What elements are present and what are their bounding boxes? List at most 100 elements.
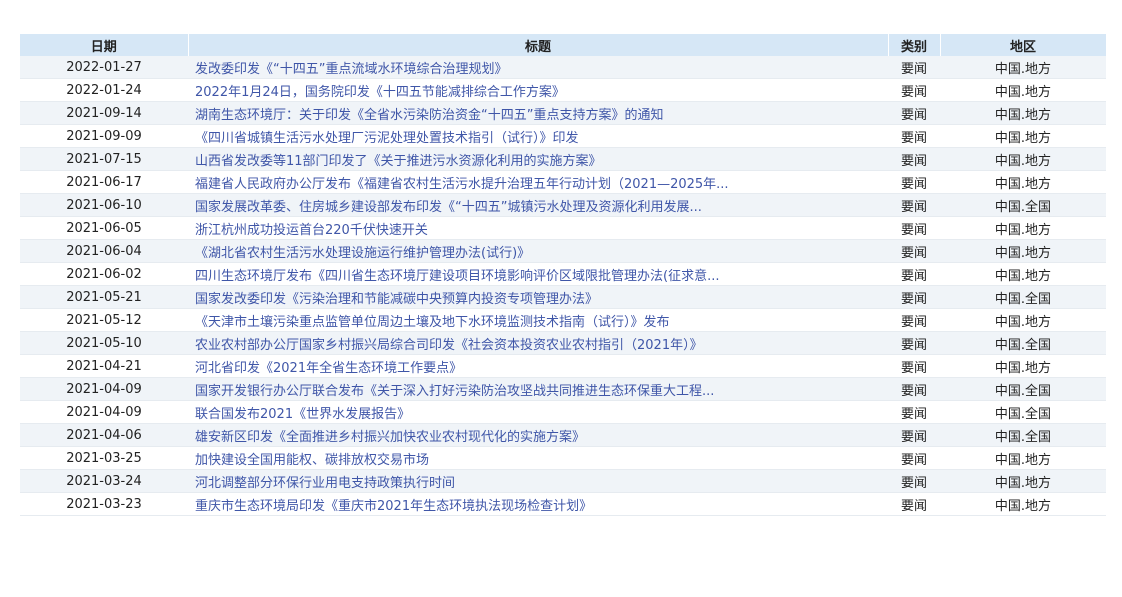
row-title-cell: 《湖北省农村生活污水处理设施运行维护管理办法(试行)》 (188, 239, 888, 263)
table-row: 2022-01-24 2022年1月24日，国务院印发《十四五节能减排综合工作方案… (20, 78, 1106, 102)
row-date: 2021-06-17 (20, 170, 188, 194)
row-title-cell: 2022年1月24日，国务院印发《十四五节能减排综合工作方案》 (188, 78, 888, 102)
row-title-cell: 浙江杭州成功投运首台220千伏快速开关 (188, 216, 888, 240)
row-date: 2021-06-04 (20, 239, 188, 263)
row-category: 要闻 (888, 377, 940, 401)
row-title-link[interactable]: 2022年1月24日，国务院印发《十四五节能减排综合工作方案》 (195, 85, 565, 100)
row-title-link[interactable]: 农业农村部办公厅国家乡村振兴局综合司印发《社会资本投资农业农村指引（2021年）… (195, 338, 703, 353)
row-region: 中国.全国 (940, 193, 1106, 217)
row-date: 2021-07-15 (20, 147, 188, 171)
row-title-cell: 国家开发银行办公厅联合发布《关于深入打好污染防治攻坚战共同推进生态环保重大工程.… (188, 377, 888, 401)
table-row: 2021-03-24 河北调整部分环保行业用电支持政策执行时间 要闻 中国.地方 (20, 469, 1106, 493)
row-title-cell: 联合国发布2021《世界水发展报告》 (188, 400, 888, 424)
row-date: 2021-04-09 (20, 400, 188, 424)
row-title-cell: 雄安新区印发《全面推进乡村振兴加快农业农村现代化的实施方案》 (188, 423, 888, 447)
row-title-link[interactable]: 《天津市土壤污染重点监管单位周边土壤及地下水环境监测技术指南（试行）》发布 (195, 315, 670, 330)
row-date: 2021-03-25 (20, 446, 188, 470)
row-category: 要闻 (888, 78, 940, 102)
row-region: 中国.地方 (940, 239, 1106, 263)
table-row: 2021-04-09 联合国发布2021《世界水发展报告》 要闻 中国.全国 (20, 400, 1106, 424)
row-region: 中国.全国 (940, 423, 1106, 447)
table-row: 2022-01-27 发改委印发《“十四五”重点流域水环境综合治理规划》 要闻 中国.… (20, 56, 1106, 79)
row-title-cell: 四川生态环境厅发布《四川省生态环境厅建设项目环境影响评价区域限批管理办法(征求意… (188, 262, 888, 286)
row-title-cell: 河北调整部分环保行业用电支持政策执行时间 (188, 469, 888, 493)
news-table: 日期 标题 类别 地区 2022-01-27 发改委印发《“十四五”重点流域水环境… (20, 34, 1107, 516)
table-row: 2021-03-25 加快建设全国用能权、碳排放权交易市场 要闻 中国.地方 (20, 446, 1106, 470)
row-title-cell: 农业农村部办公厅国家乡村振兴局综合司印发《社会资本投资农业农村指引（2021年）… (188, 331, 888, 355)
table-row: 2021-04-21 河北省印发《2021年全省生态环境工作要点》 要闻 中国.地方 (20, 354, 1106, 378)
row-region: 中国.地方 (940, 262, 1106, 286)
table-row: 2021-05-10 农业农村部办公厅国家乡村振兴局综合司印发《社会资本投资农业农… (20, 331, 1106, 355)
row-category: 要闻 (888, 446, 940, 470)
table-row: 2021-06-10 国家发展改革委、住房城乡建设部发布印发《“十四五”城镇污水处… (20, 193, 1106, 217)
table-body: 2022-01-27 发改委印发《“十四五”重点流域水环境综合治理规划》 要闻 中国.… (20, 56, 1106, 516)
row-title-link[interactable]: 加快建设全国用能权、碳排放权交易市场 (195, 453, 429, 468)
row-date: 2021-03-23 (20, 492, 188, 516)
row-region: 中国.地方 (940, 101, 1106, 125)
row-category: 要闻 (888, 308, 940, 332)
header-title[interactable]: 标题 (188, 34, 889, 56)
news-table-container: 日期 标题 类别 地区 2022-01-27 发改委印发《“十四五”重点流域水环境… (20, 34, 1107, 516)
row-title-link[interactable]: 《湖北省农村生活污水处理设施运行维护管理办法(试行)》 (195, 246, 530, 261)
header-region[interactable]: 地区 (940, 34, 1107, 56)
row-date: 2021-06-10 (20, 193, 188, 217)
row-category: 要闻 (888, 262, 940, 286)
row-title-cell: 湖南生态环境厅：关于印发《全省水污染防治资金“十四五”重点支持方案》的通知 (188, 101, 888, 125)
row-title-cell: 《四川省城镇生活污水处理厂污泥处理处置技术指引（试行）》印发 (188, 124, 888, 148)
row-category: 要闻 (888, 216, 940, 240)
row-date: 2021-09-14 (20, 101, 188, 125)
table-row: 2021-09-09 《四川省城镇生活污水处理厂污泥处理处置技术指引（试行）》印发… (20, 124, 1106, 148)
row-date: 2021-05-10 (20, 331, 188, 355)
row-title-link[interactable]: 国家开发银行办公厅联合发布《关于深入打好污染防治攻坚战共同推进生态环保重大工程.… (195, 384, 714, 399)
row-title-link[interactable]: 国家发改委印发《污染治理和节能减碳中央预算内投资专项管理办法》 (195, 292, 598, 307)
row-category: 要闻 (888, 193, 940, 217)
row-category: 要闻 (888, 285, 940, 309)
row-title-link[interactable]: 浙江杭州成功投运首台220千伏快速开关 (195, 223, 428, 238)
row-title-link[interactable]: 发改委印发《“十四五”重点流域水环境综合治理规划》 (195, 62, 507, 77)
row-region: 中国.地方 (940, 147, 1106, 171)
row-title-link[interactable]: 河北省印发《2021年全省生态环境工作要点》 (195, 361, 462, 376)
row-region: 中国.全国 (940, 400, 1106, 424)
row-date: 2021-03-24 (20, 469, 188, 493)
row-date: 2021-09-09 (20, 124, 188, 148)
row-title-cell: 国家发改委印发《污染治理和节能减碳中央预算内投资专项管理办法》 (188, 285, 888, 309)
row-title-link[interactable]: 重庆市生态环境局印发《重庆市2021年生态环境执法现场检查计划》 (195, 499, 592, 514)
row-title-cell: 发改委印发《“十四五”重点流域水环境综合治理规划》 (188, 56, 888, 79)
header-category[interactable]: 类别 (888, 34, 941, 56)
row-date: 2021-04-06 (20, 423, 188, 447)
row-region: 中国.地方 (940, 78, 1106, 102)
row-title-link[interactable]: 《四川省城镇生活污水处理厂污泥处理处置技术指引（试行）》印发 (195, 131, 579, 146)
row-title-link[interactable]: 湖南生态环境厅：关于印发《全省水污染防治资金“十四五”重点支持方案》的通知 (195, 108, 663, 123)
row-title-link[interactable]: 雄安新区印发《全面推进乡村振兴加快农业农村现代化的实施方案》 (195, 430, 585, 445)
row-category: 要闻 (888, 239, 940, 263)
row-title-link[interactable]: 国家发展改革委、住房城乡建设部发布印发《“十四五”城镇污水处理及资源化利用发展.… (195, 200, 702, 215)
row-category: 要闻 (888, 170, 940, 194)
table-row: 2021-06-05 浙江杭州成功投运首台220千伏快速开关 要闻 中国.地方 (20, 216, 1106, 240)
row-date: 2022-01-27 (20, 56, 188, 79)
header-date[interactable]: 日期 (20, 34, 189, 56)
table-row: 2021-06-02 四川生态环境厅发布《四川省生态环境厅建设项目环境影响评价区域… (20, 262, 1106, 286)
row-title-link[interactable]: 山西省发改委等11部门印发了《关于推进污水资源化利用的实施方案》 (195, 154, 602, 169)
table-row: 2021-04-06 雄安新区印发《全面推进乡村振兴加快农业农村现代化的实施方案》… (20, 423, 1106, 447)
row-region: 中国.地方 (940, 354, 1106, 378)
row-region: 中国.地方 (940, 308, 1106, 332)
row-title-link[interactable]: 联合国发布2021《世界水发展报告》 (195, 407, 410, 422)
row-date: 2021-05-12 (20, 308, 188, 332)
row-title-link[interactable]: 河北调整部分环保行业用电支持政策执行时间 (195, 476, 455, 491)
row-title-link[interactable]: 福建省人民政府办公厅发布《福建省农村生活污水提升治理五年行动计划（2021—20… (195, 177, 729, 192)
table-row: 2021-06-17 福建省人民政府办公厅发布《福建省农村生活污水提升治理五年行动… (20, 170, 1106, 194)
row-date: 2021-04-09 (20, 377, 188, 401)
table-row: 2021-05-21 国家发改委印发《污染治理和节能减碳中央预算内投资专项管理办法… (20, 285, 1106, 309)
table-header: 日期 标题 类别 地区 (20, 34, 1107, 56)
row-title-link[interactable]: 四川生态环境厅发布《四川省生态环境厅建设项目环境影响评价区域限批管理办法(征求意… (195, 269, 719, 284)
row-category: 要闻 (888, 492, 940, 516)
row-category: 要闻 (888, 331, 940, 355)
row-region: 中国.全国 (940, 331, 1106, 355)
row-category: 要闻 (888, 124, 940, 148)
row-date: 2021-06-05 (20, 216, 188, 240)
row-title-cell: 国家发展改革委、住房城乡建设部发布印发《“十四五”城镇污水处理及资源化利用发展.… (188, 193, 888, 217)
row-region: 中国.地方 (940, 216, 1106, 240)
row-date: 2021-04-21 (20, 354, 188, 378)
row-region: 中国.全国 (940, 377, 1106, 401)
row-title-cell: 加快建设全国用能权、碳排放权交易市场 (188, 446, 888, 470)
